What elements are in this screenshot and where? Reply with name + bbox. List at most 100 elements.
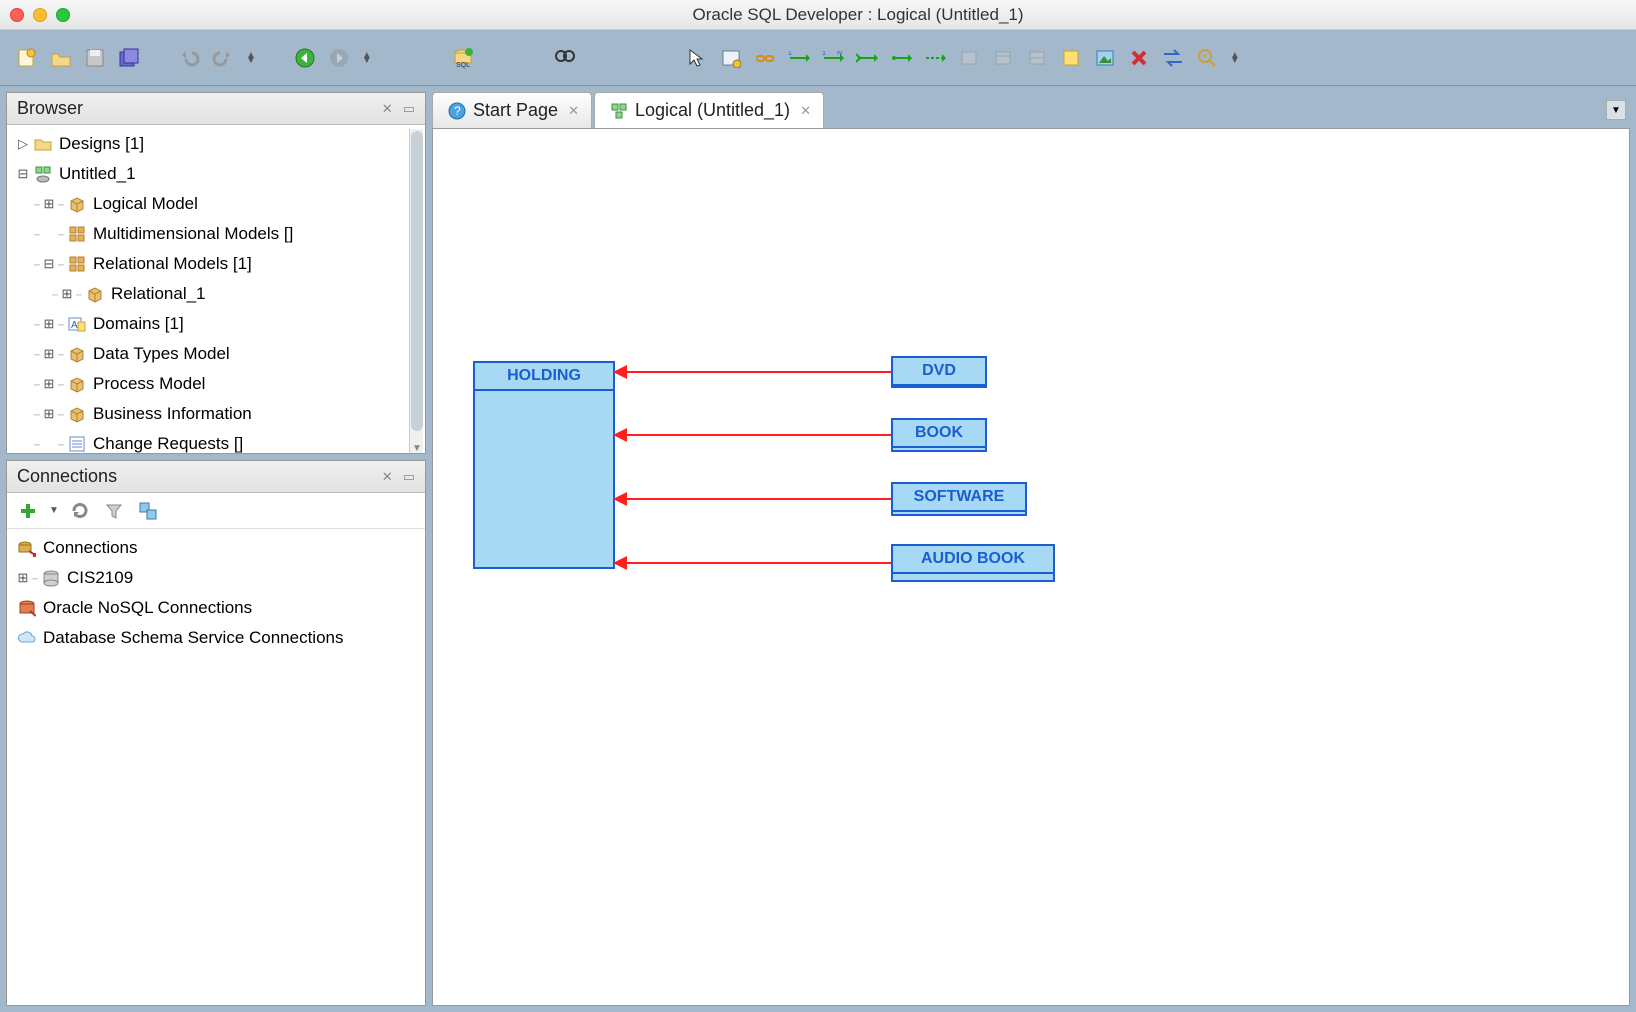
expander-icon[interactable]: ⊟ <box>41 256 57 272</box>
sql-run-button[interactable]: SQL <box>450 45 476 71</box>
entity-dvd[interactable]: DVD <box>891 356 987 388</box>
tree-item[interactable]: ···⊟···Relational Models [1] <box>7 249 425 279</box>
note-button[interactable] <box>1058 45 1084 71</box>
expander-icon[interactable] <box>41 436 57 452</box>
close-icon[interactable]: ✕ <box>800 103 811 119</box>
expander-icon[interactable]: ⊞ <box>41 376 57 392</box>
panel-close-button[interactable]: ✕ <box>382 101 393 117</box>
entity-audio-book[interactable]: AUDIO BOOK <box>891 544 1055 582</box>
link-tool-button[interactable] <box>752 45 778 71</box>
tree-item[interactable]: ···⊞···Data Types Model <box>7 339 425 369</box>
scrollbar[interactable]: ▲ ▼ <box>409 129 423 453</box>
relation-4-button[interactable] <box>888 45 914 71</box>
panel-minimize-button[interactable]: ▭ <box>403 101 415 117</box>
tree-item[interactable]: ······Multidimensional Models [] <box>7 219 425 249</box>
redo-button[interactable] <box>210 45 236 71</box>
window-title: Oracle SQL Developer : Logical (Untitled… <box>90 5 1626 25</box>
forward-button[interactable] <box>326 45 352 71</box>
relationship-line[interactable] <box>615 434 891 436</box>
cube-icon <box>67 344 87 364</box>
tree-item[interactable]: ······Change Requests [] <box>7 429 425 453</box>
panel-close-button[interactable]: ✕ <box>382 469 393 485</box>
tree-item[interactable]: ···⊞···ADomains [1] <box>7 309 425 339</box>
refresh-connections-button[interactable] <box>67 498 93 524</box>
tree-item[interactable]: ···⊞···Business Information <box>7 399 425 429</box>
entity-label: BOOK <box>893 420 985 448</box>
minimize-window-button[interactable] <box>33 8 47 22</box>
tree-item[interactable]: ▷ Designs [1] <box>7 129 425 159</box>
tree-item-label: Relational_1 <box>111 284 206 304</box>
tree-item-label: Data Types Model <box>93 344 230 364</box>
back-button[interactable] <box>292 45 318 71</box>
design-icon <box>33 164 53 184</box>
expander-icon[interactable]: ⊞ <box>15 570 31 586</box>
tab-logical[interactable]: Logical (Untitled_1) ✕ <box>594 92 824 128</box>
arrow-icon <box>613 428 627 442</box>
svg-text:?: ? <box>454 104 461 118</box>
tab-start-page[interactable]: ? Start Page ✕ <box>432 92 592 128</box>
relation-5-button[interactable] <box>922 45 948 71</box>
dropdown-icon[interactable]: ▼ <box>49 505 59 516</box>
relationship-line[interactable] <box>615 371 891 373</box>
relation-2-button[interactable]: 1N <box>820 45 846 71</box>
expander-icon[interactable]: ⊞ <box>41 196 57 212</box>
open-folder-button[interactable] <box>48 45 74 71</box>
sync-button[interactable] <box>1160 45 1186 71</box>
tab-overflow-button[interactable]: ▼ <box>1606 100 1626 120</box>
relationship-line[interactable] <box>615 562 891 564</box>
expander-icon[interactable]: ⊞ <box>41 316 57 332</box>
toolbar-dropdown-2[interactable]: ▲▼ <box>360 53 374 63</box>
scroll-thumb[interactable] <box>411 131 423 431</box>
undo-button[interactable] <box>176 45 202 71</box>
panel-minimize-button[interactable]: ▭ <box>403 469 415 485</box>
connection-item[interactable]: Connections <box>7 533 425 563</box>
zoom-button[interactable]: + <box>1194 45 1220 71</box>
tree-item-label: Designs [1] <box>59 134 144 154</box>
close-window-button[interactable] <box>10 8 24 22</box>
tree-item-label: Business Information <box>93 404 252 424</box>
expander-icon[interactable]: ⊟ <box>15 166 31 182</box>
entity-holding[interactable]: HOLDING <box>473 361 615 569</box>
entity-book[interactable]: BOOK <box>891 418 987 452</box>
main-area: Browser ✕ ▭ ▷Designs [1]⊟Untitled_1···⊞·… <box>0 86 1636 1012</box>
expander-icon[interactable]: ⊞ <box>41 406 57 422</box>
toolbar-dropdown-3[interactable]: ▲▼ <box>1228 53 1242 63</box>
expander-icon[interactable]: ▷ <box>15 136 31 152</box>
zoom-window-button[interactable] <box>56 8 70 22</box>
find-button[interactable] <box>552 45 578 71</box>
connection-item[interactable]: ⊞···CIS2109 <box>7 563 425 593</box>
relation-1-button[interactable]: 1 <box>786 45 812 71</box>
expander-icon[interactable]: ⊞ <box>59 286 75 302</box>
save-button[interactable] <box>82 45 108 71</box>
tree-item[interactable]: ⊟Untitled_1 <box>7 159 425 189</box>
tree-item-label: Change Requests [] <box>93 434 243 453</box>
close-icon[interactable]: ✕ <box>568 103 579 119</box>
tree-item[interactable]: ···⊞··· Relational_1 <box>7 279 425 309</box>
tree-item-label: Process Model <box>93 374 205 394</box>
diagram-canvas[interactable]: HOLDING DVD BOOK SOFTWARE AUDIO BOOK <box>432 128 1630 1006</box>
expander-icon[interactable]: ⊞ <box>41 346 57 362</box>
image-button[interactable] <box>1092 45 1118 71</box>
add-connection-button[interactable] <box>15 498 41 524</box>
relation-3-button[interactable] <box>854 45 880 71</box>
filter-connections-button[interactable] <box>101 498 127 524</box>
relationship-line[interactable] <box>615 498 891 500</box>
save-all-button[interactable] <box>116 45 142 71</box>
box-1-button[interactable] <box>956 45 982 71</box>
connection-item[interactable]: Database Schema Service Connections <box>7 623 425 653</box>
tree-item[interactable]: ···⊞···Process Model <box>7 369 425 399</box>
entity-software[interactable]: SOFTWARE <box>891 482 1027 516</box>
collapse-connections-button[interactable] <box>135 498 161 524</box>
view-props-button[interactable] <box>718 45 744 71</box>
new-file-button[interactable] <box>14 45 40 71</box>
expander-icon[interactable] <box>41 226 57 242</box>
scroll-down-icon[interactable]: ▼ <box>410 443 424 453</box>
connection-item[interactable]: Oracle NoSQL Connections <box>7 593 425 623</box>
pointer-tool-button[interactable] <box>684 45 710 71</box>
box-2-button[interactable] <box>990 45 1016 71</box>
tree-item[interactable]: ···⊞···Logical Model <box>7 189 425 219</box>
editor-area: ? Start Page ✕ Logical (Untitled_1) ✕ ▼ … <box>432 92 1630 1006</box>
box-3-button[interactable] <box>1024 45 1050 71</box>
delete-button[interactable] <box>1126 45 1152 71</box>
toolbar-dropdown-1[interactable]: ▲▼ <box>244 53 258 63</box>
